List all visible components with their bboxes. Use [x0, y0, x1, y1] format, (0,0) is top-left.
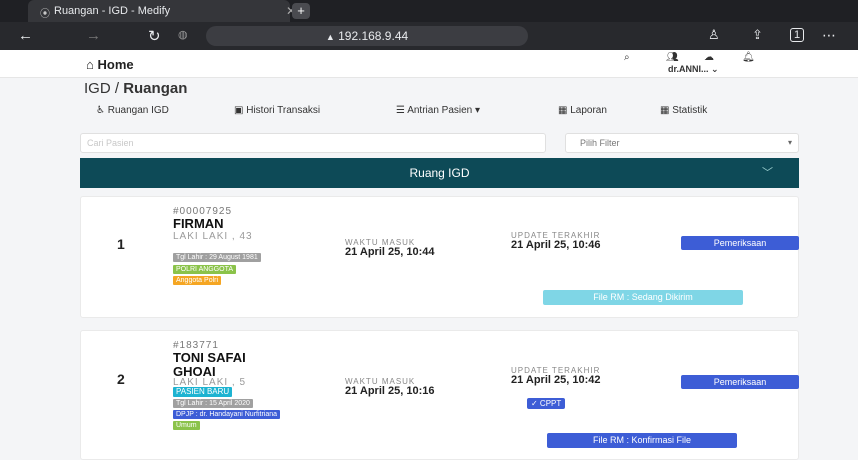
nav-antrian-pasien[interactable]: ☰ Antrian Pasien ▾ — [396, 105, 480, 116]
patient-sex-age: LAKI LAKI , 43 — [173, 231, 253, 242]
stats-icon: ▦ — [660, 105, 670, 116]
nav-ruangan-igd[interactable]: ♿︎ Ruangan IGD — [96, 105, 169, 116]
queue-icon: ☰ — [396, 105, 405, 116]
nav-laporan-label: Laporan — [570, 105, 607, 116]
nav-statistik-label: Statistik — [672, 105, 708, 116]
dpjp-badge: DPJP : dr. Handayani Nurfitriana — [173, 410, 281, 419]
bell-icon[interactable]: 🔔︎ — [742, 52, 755, 63]
home-link[interactable]: ⌂ Home — [86, 57, 134, 72]
section-header[interactable]: Ruang IGD ﹀ — [80, 158, 799, 188]
section-title: Ruang IGD — [409, 166, 470, 180]
page-title: Ruangan — [123, 80, 188, 97]
nav-histori-label: Histori Transaksi — [246, 105, 321, 116]
browser-tab-bar: ⦿ Ruangan - IGD - Medify ✕ + — [0, 0, 858, 22]
update-value: 21 April 25, 10:42 — [511, 374, 601, 386]
insurance-badge: POLRI ANGGOTA — [173, 265, 237, 274]
pemeriksaan-button[interactable]: Pemeriksaan — [681, 236, 799, 250]
pemeriksaan-button[interactable]: Pemeriksaan — [681, 375, 799, 389]
tab-title: Ruangan - IGD - Medify — [54, 5, 171, 17]
app-header: ⌂ Home ⌕ 👥︎ ☁︎ 🔔︎ dr.ANNI... ⌄ — [0, 50, 858, 78]
back-icon[interactable]: ← — [18, 27, 33, 44]
browser-toolbar: ← → ↻ ◍ ▲ 192.168.9.44 ♙ ⇪ 1 ⋯ — [0, 22, 858, 50]
nav-histori-transaksi[interactable]: ▣ Histori Transaksi — [234, 105, 320, 116]
share-icon[interactable]: ⇪ — [752, 27, 763, 43]
site-info-icon[interactable]: ◍ — [178, 28, 188, 41]
new-patient-badge: PASIEN BARU — [173, 387, 233, 397]
update-value: 21 April 25, 10:46 — [511, 239, 601, 251]
users-icon[interactable]: 👥︎ — [666, 52, 679, 63]
dob-badge: Tgl Lahir : 29 August 1981 — [173, 253, 261, 262]
reload-icon[interactable]: ↻ — [148, 27, 161, 45]
patient-name: TONI SAFAI GHOAI — [173, 350, 246, 379]
waktu-masuk-value: 21 April 25, 10:16 — [345, 385, 435, 397]
home-label: Home — [97, 57, 134, 72]
patient-number: 1 — [117, 236, 125, 252]
patient-name: FIRMAN — [173, 216, 224, 231]
chart-icon: ▦ — [558, 105, 568, 116]
address-bar[interactable]: ▲ 192.168.9.44 — [206, 26, 528, 46]
file-rm-status-button[interactable]: File RM : Sedang Dikirim — [543, 290, 743, 305]
user-menu[interactable]: dr.ANNI... ⌄ — [668, 64, 719, 75]
cloud-icon[interactable]: ☁︎ — [704, 52, 714, 63]
breadcrumb: IGD / Ruangan — [84, 80, 187, 97]
stethoscope-icon: ♿︎ — [96, 105, 105, 116]
forward-icon[interactable]: → — [86, 27, 101, 44]
browser-tab[interactable]: ⦿ Ruangan - IGD - Medify ✕ — [28, 0, 296, 22]
chevron-down-icon: ▾ — [787, 138, 792, 147]
cppt-badge[interactable]: ✓ CPPT — [527, 398, 566, 409]
search-input[interactable]: Cari Pasien — [80, 133, 546, 153]
waktu-masuk-value: 21 April 25, 10:44 — [345, 246, 435, 258]
patient-card: 1 #00007925 FIRMAN LAKI LAKI , 43 Tgl La… — [80, 196, 799, 318]
nav-statistik[interactable]: ▦ Statistik — [660, 105, 707, 116]
nav-laporan[interactable]: ▦ Laporan — [558, 105, 607, 116]
breadcrumb-parent[interactable]: IGD / — [84, 80, 119, 97]
category-badge: Umum — [173, 421, 200, 430]
category-badge: Anggota Polri — [173, 276, 222, 285]
filter-placeholder: Pilih Filter — [580, 138, 620, 148]
mic-icon[interactable]: ♙ — [708, 27, 720, 43]
search-icon[interactable]: ⌕ — [624, 52, 630, 63]
app-content: ⌂ Home ⌕ 👥︎ ☁︎ 🔔︎ dr.ANNI... ⌄ IGD / Rua… — [0, 50, 858, 460]
patient-number: 2 — [117, 371, 125, 387]
tabs-count-icon[interactable]: 1 — [790, 28, 805, 42]
lock-icon: ▲ — [325, 32, 335, 42]
tab-favicon-icon: ⦿ — [40, 9, 50, 20]
file-rm-confirm-button[interactable]: File RM : Konfirmasi File — [547, 433, 737, 448]
filter-select[interactable]: Pilih Filter ▾ — [565, 133, 799, 153]
home-icon: ⌂ — [86, 57, 94, 72]
receipt-icon: ▣ — [234, 105, 244, 116]
new-tab-icon[interactable]: + — [292, 3, 310, 19]
more-menu-icon[interactable]: ⋯ — [822, 27, 836, 44]
dob-badge: Tgl Lahir : 15 April 2020 — [173, 399, 253, 408]
patient-card: 2 #183771 TONI SAFAI GHOAI LAKI LAKI , 5… — [80, 330, 799, 460]
url-text: 192.168.9.44 — [338, 29, 409, 43]
nav-ruangan-igd-label: Ruangan IGD — [107, 105, 169, 116]
nav-antrian-label: Antrian Pasien ▾ — [407, 105, 481, 116]
collapse-chevron-icon[interactable]: ﹀ — [762, 158, 773, 188]
